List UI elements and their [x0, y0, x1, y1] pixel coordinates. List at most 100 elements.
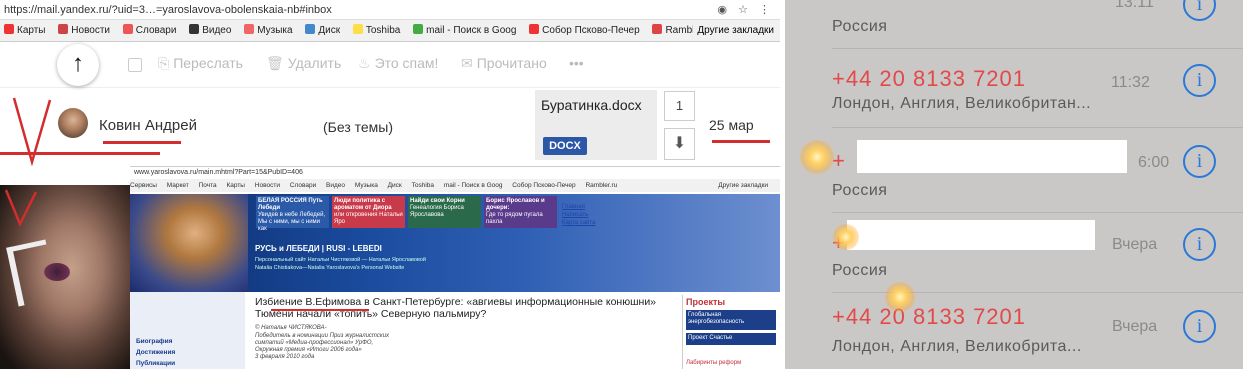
bookmark-item[interactable]: Диск — [388, 182, 402, 189]
site-left-nav — [130, 292, 245, 369]
more-button[interactable]: ••• — [569, 55, 584, 71]
scroll-up-button[interactable]: ↑ — [57, 44, 99, 86]
call-time: 13:11 — [1115, 0, 1154, 11]
bookmark-item[interactable]: mail - Поиск в Goog — [444, 182, 503, 189]
site-title: РУСЬ и ЛЕБЕДИ | RUSI - LEBEDI — [255, 244, 382, 253]
info-icon[interactable]: i — [1183, 145, 1216, 178]
headline-underline-mark — [271, 309, 369, 311]
nav-achievements[interactable]: Достижения — [136, 349, 175, 356]
light-glare — [885, 282, 915, 312]
site-subtitle-en: Natalia Chistiakova—Natalia Yaroslavova'… — [255, 265, 405, 271]
call-location: Россия — [832, 182, 888, 199]
link-write[interactable]: Написать — [562, 212, 588, 218]
info-icon[interactable]: i — [1183, 228, 1216, 261]
attachment-count: 1 — [664, 91, 695, 121]
bookmark-item[interactable]: Rambler.ru — [585, 182, 617, 189]
address-bar[interactable]: https://mail.yandex.ru/?uid=3…=yaroslavo… — [0, 0, 780, 20]
avatar — [58, 108, 88, 138]
download-icon: ⬇ — [672, 135, 687, 152]
project-labyrinth[interactable]: Лабиринты реформ — [686, 360, 741, 366]
light-glare — [800, 140, 834, 174]
address-bar-icons: ◉ ☆ ⋮ — [717, 4, 774, 16]
mark-read-button[interactable]: ✉ Прочитано — [461, 55, 547, 72]
project-happiness[interactable]: Проект Счастье — [686, 333, 776, 345]
article-meta: Победитель в номинации Приз журналистски… — [255, 333, 390, 339]
bookmark-item[interactable]: Словари — [290, 182, 316, 189]
project-energy[interactable]: Глобальная энергобезопасность — [686, 310, 776, 330]
bookmark-item[interactable]: Собор Псково-Печер — [529, 20, 640, 41]
call-time: 6:00 — [1138, 154, 1170, 171]
call-row[interactable]: Россия 13:11 i — [785, 0, 1243, 35]
date-underline-mark — [712, 140, 770, 143]
info-icon[interactable]: i — [1183, 0, 1216, 21]
bookmark-item[interactable]: Видео — [189, 20, 231, 41]
bookmark-item[interactable]: Музыка — [244, 20, 293, 41]
author-portrait — [130, 194, 248, 292]
bookmark-item[interactable]: Карты — [4, 20, 46, 41]
call-time: Вчера — [1112, 236, 1158, 253]
call-row[interactable]: +44 20 8133 7201 Лондон, Англия, Великоб… — [785, 56, 1243, 114]
article-headline: Избиение В.Ефимова в Санкт-Петербурге: «… — [255, 296, 657, 320]
row-separator — [832, 127, 1243, 128]
tile-white-russia[interactable]: БЕЛАЯ РОССИЯ Путь Лебеди Увидев в небе Ле… — [256, 196, 329, 232]
nav-biography[interactable]: Биография — [136, 338, 172, 345]
bookmark-item[interactable]: Карты — [226, 182, 245, 189]
message-date: 25 мар — [709, 117, 754, 133]
site-bookmarks-bar: Сервисы Маркет Почта Карты Новости Слова… — [130, 179, 780, 192]
docx-badge: DOCX — [543, 137, 587, 155]
yandex-mail-screenshot: https://mail.yandex.ru/?uid=3…=yaroslavo… — [0, 0, 780, 168]
call-row[interactable]: +44 20 8133 7201 Лондон, Англия, Великоб… — [785, 300, 1243, 358]
call-location: Россия — [832, 262, 888, 279]
flame-icon: ♨ — [358, 55, 371, 71]
bookmarks-bar: Карты Новости Словари Видео Музыка Диск … — [0, 20, 780, 42]
phone-recents-screenshot: Россия 13:11 i +44 20 8133 7201 Лондон, … — [785, 0, 1243, 369]
bookmark-item[interactable]: Toshiba — [352, 20, 400, 41]
arrow-up-icon: ↑ — [72, 50, 84, 77]
bookmark-item[interactable]: Музыка — [355, 182, 378, 189]
bookmark-item[interactable]: Маркет — [167, 182, 189, 189]
bookmark-item[interactable]: Новости — [58, 20, 110, 41]
bookmark-item[interactable]: Видео — [326, 182, 345, 189]
bookmark-item[interactable]: Собор Псково-Печер — [512, 182, 575, 189]
tile-boris[interactable]: Борис Ярославов и дочери: Где то рядом пу… — [484, 196, 557, 228]
bookmark-item[interactable]: Сервисы — [130, 182, 157, 189]
message-subject[interactable]: (Без темы) — [323, 119, 393, 135]
bookmark-item[interactable]: Словари — [122, 20, 176, 41]
sender-underline-mark — [103, 141, 181, 144]
bookmark-item[interactable]: mail - Поиск в Goog — [413, 20, 516, 41]
redaction-box — [847, 220, 1095, 250]
bruised-eye — [44, 263, 70, 281]
red-underline-mark — [0, 152, 160, 155]
select-all-checkbox[interactable] — [128, 58, 142, 72]
bookmark-item[interactable]: Диск — [305, 20, 340, 41]
download-button[interactable]: ⬇ — [664, 128, 695, 160]
row-separator — [832, 212, 1243, 213]
nav-publications[interactable]: Публикации — [136, 360, 175, 367]
bookmark-item[interactable]: Новости — [255, 182, 280, 189]
link-sitemap[interactable]: Карта сайта — [562, 220, 595, 226]
sender-name[interactable]: Ковин Андрей — [99, 117, 197, 134]
spam-button[interactable]: ♨ Это спам! — [358, 55, 438, 72]
call-location: Лондон, Англия, Великобрита... — [832, 338, 1082, 355]
row-separator — [832, 48, 1243, 49]
projects-title: Проекты — [686, 297, 726, 307]
delete-button[interactable]: 🗑 Удалить — [266, 55, 341, 72]
other-bookmarks[interactable]: Другие закладки — [693, 20, 774, 41]
bookmark-item[interactable]: Toshiba — [412, 182, 434, 189]
site-address-bar[interactable]: www.yaroslavova.ru/main.mhtml?Part=15&Pu… — [130, 167, 780, 179]
info-icon[interactable]: i — [1183, 310, 1216, 343]
info-icon[interactable]: i — [1183, 64, 1216, 97]
article-meta: симпатий «Медиа-профессионал» УрФО, — [255, 340, 374, 346]
yaroslavova-site-screenshot: www.yaroslavova.ru/main.mhtml?Part=15&Pu… — [130, 166, 780, 369]
call-time: 11:32 — [1111, 74, 1150, 91]
call-location: Россия — [832, 18, 888, 35]
article-meta: Окружная премия «Итоги 2006 года» — [255, 347, 362, 353]
forward-button[interactable]: ⎘ Переслать — [158, 55, 243, 72]
other-bookmarks[interactable]: Другие закладки — [718, 179, 768, 192]
bookmark-item[interactable]: Почта — [199, 182, 217, 189]
call-location: Лондон, Англия, Великобритан... — [832, 95, 1092, 112]
tile-politics[interactable]: Люди политика с ароматом от Диора или отк… — [332, 196, 405, 228]
link-home[interactable]: Главная — [562, 204, 585, 210]
tile-roots[interactable]: Найди свои Корни Генеалогия Бориса Яросла… — [408, 196, 481, 228]
article-meta: 3 февраля 2010 года — [255, 354, 315, 360]
